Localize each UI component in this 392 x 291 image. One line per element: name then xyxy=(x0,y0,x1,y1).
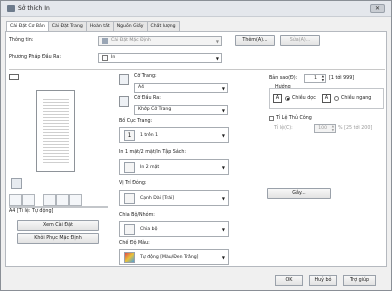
layout-icon-1[interactable] xyxy=(9,194,22,206)
binding-select[interactable]: Cạnh Dài [Trái] ▼ xyxy=(119,190,229,206)
page-layout-icon: 1 xyxy=(124,130,135,141)
duplex-select[interactable]: In 2 mặt ▼ xyxy=(119,159,229,175)
scale-range: % [25 tới 200] xyxy=(338,126,373,131)
restore-defaults-button[interactable]: Khôi Phục Mặc Định xyxy=(17,233,99,244)
page-size-icon xyxy=(119,74,129,85)
chevron-down-icon: ▼ xyxy=(221,255,225,260)
ok-button[interactable]: OK xyxy=(275,275,303,286)
preview-caption: A4 [Tỉ lệ: Tự động] xyxy=(9,209,54,214)
cancel-button[interactable]: Huỷ bỏ xyxy=(309,275,337,286)
help-button[interactable]: Trợ giúp xyxy=(343,275,376,286)
spinner-arrows-icon: ▲ ▼ xyxy=(331,124,334,132)
binding-label: Vị Trí Đóng: xyxy=(119,181,147,186)
output-size-icon xyxy=(119,96,129,107)
chevron-down-icon: ▼ xyxy=(221,227,225,232)
chevron-down-icon: ▼ xyxy=(221,165,225,170)
preview-mode-icon[interactable] xyxy=(9,74,19,80)
output-method-label: Phương Pháp Đầu Ra: xyxy=(9,55,61,60)
spinner-arrows-icon: ▲ ▼ xyxy=(321,74,324,82)
color-mode-label: Chế Độ Màu: xyxy=(119,241,150,246)
collate-icon xyxy=(124,224,135,235)
color-mode-icon xyxy=(124,252,135,263)
scale-label: Tỉ lệ(C): xyxy=(274,126,293,131)
manual-scale-label: Tỉ Lệ Thủ Công xyxy=(276,116,312,121)
layout-icon-4[interactable] xyxy=(56,194,69,206)
page-layout-label: Bố Cục Trang: xyxy=(119,119,153,124)
scale-spinner[interactable]: 100 ▲ ▼ xyxy=(314,124,336,133)
landscape-radio[interactable] xyxy=(334,96,339,101)
copies-spinner[interactable]: 1 ▲ ▼ xyxy=(304,74,326,83)
close-button[interactable]: ✕ xyxy=(370,4,385,13)
print-preferences-window: Sở thích In ✕ Cài Đặt Cơ Bản Cài Đặt Tra… xyxy=(0,0,392,291)
print-icon xyxy=(102,55,108,61)
title-bar: Sở thích In ✕ xyxy=(1,1,391,17)
landscape-icon: A xyxy=(322,94,331,103)
tab-bar: Cài Đặt Cơ Bản Cài Đặt Trang Hoàn tất Ng… xyxy=(6,21,180,32)
collate-select[interactable]: Chia bộ ▼ xyxy=(119,221,229,237)
collate-label: Chia Bộ/Nhóm: xyxy=(119,213,155,218)
caption-divider xyxy=(9,206,108,208)
chevron-down-icon: ▼ xyxy=(221,86,225,91)
page-preview xyxy=(36,90,75,172)
portrait-radio[interactable] xyxy=(285,96,290,101)
layout-icon-5[interactable] xyxy=(69,194,82,206)
output-method-select[interactable]: In ▼ xyxy=(98,53,222,63)
printer-icon xyxy=(7,5,15,12)
duplex-label: In 1 mặt/2 mặt/In Tập Sách: xyxy=(119,150,187,155)
preview-text-lines xyxy=(43,97,69,165)
stamp-button[interactable]: Gây... xyxy=(267,188,331,199)
layout-icon-3[interactable] xyxy=(43,194,56,206)
page-size-select[interactable]: A4 ▼ xyxy=(134,83,228,93)
page-layout-select[interactable]: 1 1 trên 1 ▼ xyxy=(119,127,229,143)
binding-icon xyxy=(124,193,135,204)
tab-page-setup[interactable]: Cài Đặt Trang xyxy=(47,21,87,31)
manual-scale-checkbox[interactable] xyxy=(269,116,274,121)
output-size-label: Cỡ Đầu Ra: xyxy=(134,96,161,101)
tab-finishing[interactable]: Hoàn tất xyxy=(85,21,114,31)
info-label: Thông tin: xyxy=(9,38,34,43)
copies-label: Bản sao(Đ): xyxy=(269,76,298,81)
copies-range: [1 tới 999] xyxy=(329,76,355,81)
profile-select[interactable]: Cài Đặt Mặc Định ▼ xyxy=(98,36,222,46)
duplex-icon xyxy=(124,162,135,173)
layout-icon-2[interactable] xyxy=(22,194,35,206)
view-settings-button[interactable]: Xem Cài Đặt xyxy=(17,220,99,231)
chevron-down-icon: ▼ xyxy=(221,108,225,113)
portrait-label: Chiều dọc xyxy=(292,96,316,101)
page-size-label: Cỡ Trang: xyxy=(134,74,157,79)
chevron-down-icon: ▼ xyxy=(215,56,219,61)
chevron-down-icon: ▼ xyxy=(221,133,225,138)
portrait-icon: A xyxy=(273,94,282,103)
copy-stack-icon xyxy=(11,178,22,189)
output-size-select[interactable]: Khớp Cỡ Trang ▼ xyxy=(134,105,228,115)
add-profile-button[interactable]: Thêm(A)... xyxy=(235,35,275,46)
divider xyxy=(9,69,385,70)
edit-profile-button[interactable]: Sửa(A)... xyxy=(280,35,320,46)
basic-settings-panel: Thông tin: Cài Đặt Mặc Định ▼ Thêm(A)... … xyxy=(5,31,387,267)
profile-icon xyxy=(102,38,108,44)
window-title: Sở thích In xyxy=(18,5,50,12)
chevron-down-icon: ▼ xyxy=(215,39,219,44)
tab-paper-source[interactable]: Nguồn Giấy xyxy=(112,21,148,31)
tab-quality[interactable]: Chất lượng xyxy=(146,21,180,31)
chevron-down-icon: ▼ xyxy=(221,196,225,201)
landscape-label: Chiều ngang xyxy=(341,96,372,101)
color-mode-select[interactable]: Tự động [Màu/Đen Trắng] ▼ xyxy=(119,249,229,265)
